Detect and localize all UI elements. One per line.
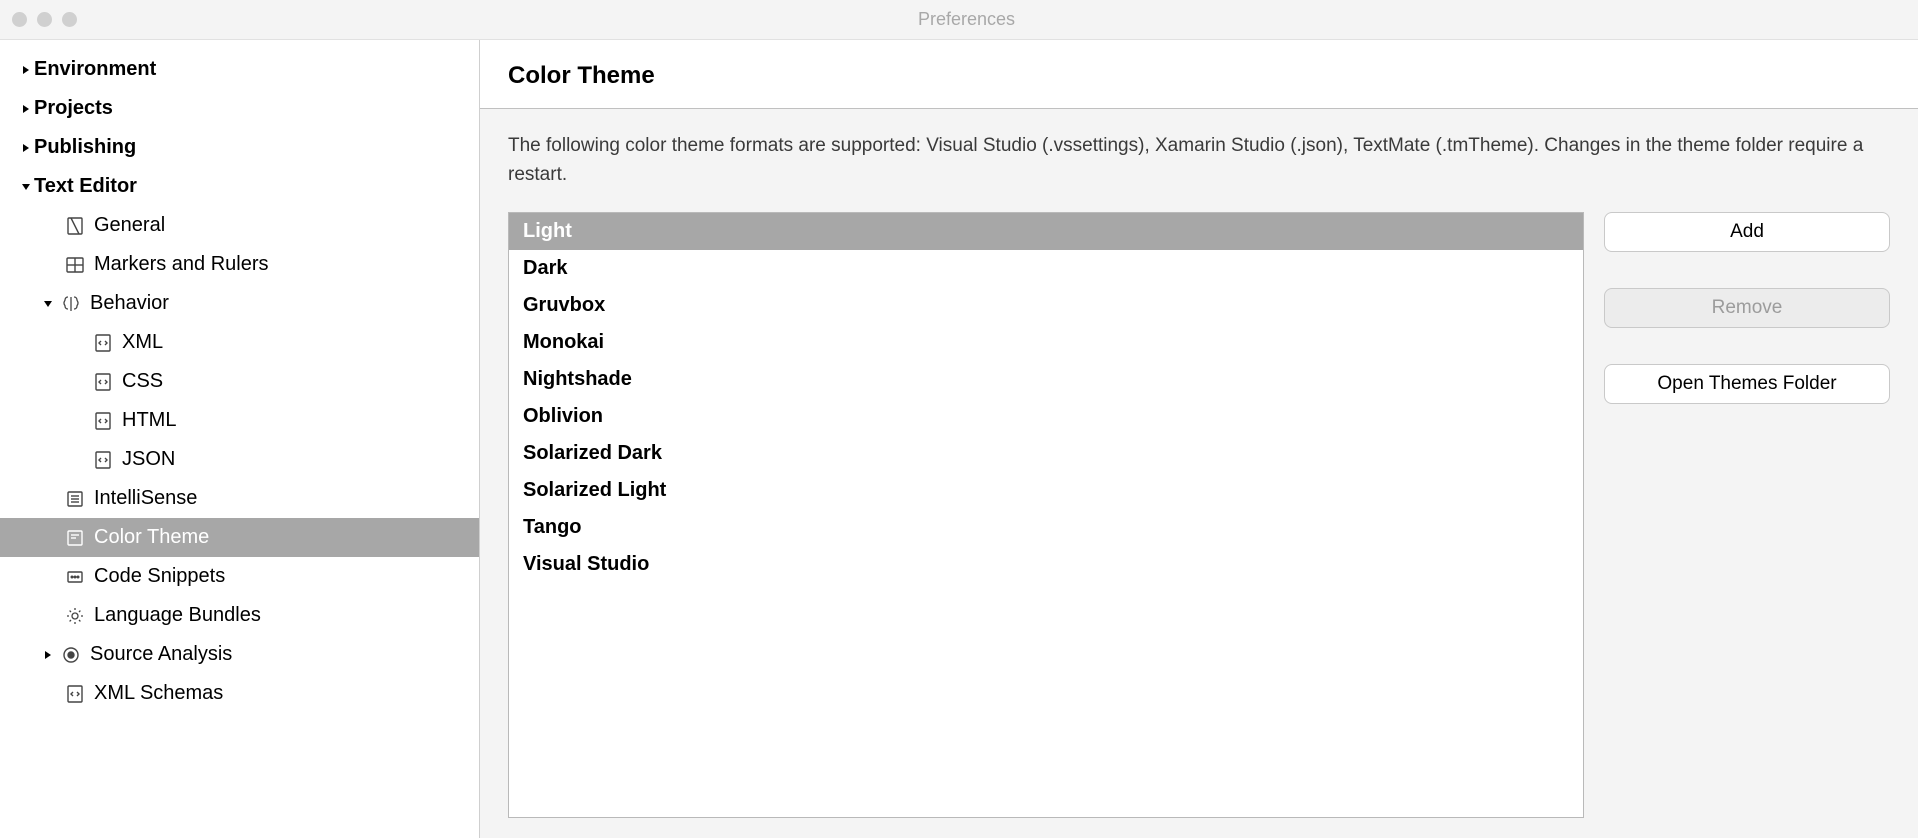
chevron-down-icon xyxy=(40,299,56,309)
sidebar-item-behavior[interactable]: Behavior xyxy=(0,284,479,323)
sidebar-item-label: General xyxy=(94,214,165,237)
theme-item-tango[interactable]: Tango xyxy=(509,509,1583,546)
theme-item-oblivion[interactable]: Oblivion xyxy=(509,398,1583,435)
sidebar-item-xml[interactable]: XML xyxy=(0,323,479,362)
sidebar-item-label: XML Schemas xyxy=(94,682,223,705)
list-icon xyxy=(64,488,86,510)
chevron-right-icon xyxy=(18,143,34,153)
theme-panel: Light Dark Gruvbox Monokai Nightshade Ob… xyxy=(480,212,1918,838)
open-themes-folder-button[interactable]: Open Themes Folder xyxy=(1604,364,1890,404)
main-area: Environment Projects Publishing Text Edi… xyxy=(0,40,1918,838)
theme-item-solarized-dark[interactable]: Solarized Dark xyxy=(509,435,1583,472)
sidebar-item-label: Text Editor xyxy=(34,175,137,198)
sidebar-item-code-snippets[interactable]: Code Snippets xyxy=(0,557,479,596)
sidebar-item-label: CSS xyxy=(122,370,163,393)
chevron-down-icon xyxy=(18,182,34,192)
code-file-icon xyxy=(92,371,114,393)
theme-item-light[interactable]: Light xyxy=(509,213,1583,250)
content-body: The following color theme formats are su… xyxy=(480,109,1918,838)
preferences-sidebar: Environment Projects Publishing Text Edi… xyxy=(0,40,480,838)
sidebar-item-label: XML xyxy=(122,331,163,354)
close-window-button[interactable] xyxy=(12,12,27,27)
sidebar-item-color-theme[interactable]: Color Theme xyxy=(0,518,479,557)
titlebar: Preferences xyxy=(0,0,1918,40)
code-file-icon xyxy=(92,332,114,354)
sidebar-item-label: Code Snippets xyxy=(94,565,225,588)
theme-item-monokai[interactable]: Monokai xyxy=(509,324,1583,361)
sidebar-item-projects[interactable]: Projects xyxy=(0,89,479,128)
sidebar-item-css[interactable]: CSS xyxy=(0,362,479,401)
sidebar-item-html[interactable]: HTML xyxy=(0,401,479,440)
sidebar-item-label: Projects xyxy=(34,97,113,120)
snippet-icon xyxy=(64,566,86,588)
code-file-icon xyxy=(92,449,114,471)
sidebar-item-xml-schemas[interactable]: XML Schemas xyxy=(0,674,479,713)
sidebar-item-markers-rulers[interactable]: Markers and Rulers xyxy=(0,245,479,284)
window-title: Preferences xyxy=(77,9,1906,30)
sidebar-item-label: Behavior xyxy=(90,292,169,315)
theme-list[interactable]: Light Dark Gruvbox Monokai Nightshade Ob… xyxy=(508,212,1584,818)
sidebar-item-general[interactable]: General xyxy=(0,206,479,245)
code-file-icon xyxy=(64,683,86,705)
chevron-right-icon xyxy=(18,65,34,75)
sidebar-item-label: Environment xyxy=(34,58,156,81)
add-button[interactable]: Add xyxy=(1604,212,1890,252)
theme-buttons: Add Remove Open Themes Folder xyxy=(1604,212,1890,818)
sidebar-item-label: Markers and Rulers xyxy=(94,253,269,276)
remove-button[interactable]: Remove xyxy=(1604,288,1890,328)
page-title: Color Theme xyxy=(508,62,1890,90)
sidebar-item-label: Source Analysis xyxy=(90,643,232,666)
target-icon xyxy=(60,644,82,666)
sidebar-item-intellisense[interactable]: IntelliSense xyxy=(0,479,479,518)
sidebar-item-label: HTML xyxy=(122,409,176,432)
sidebar-item-source-analysis[interactable]: Source Analysis xyxy=(0,635,479,674)
content-pane: Color Theme The following color theme fo… xyxy=(480,40,1918,838)
theme-item-nightshade[interactable]: Nightshade xyxy=(509,361,1583,398)
document-icon xyxy=(64,215,86,237)
minimize-window-button[interactable] xyxy=(37,12,52,27)
sidebar-item-label: JSON xyxy=(122,448,175,471)
gear-icon xyxy=(64,605,86,627)
sidebar-item-json[interactable]: JSON xyxy=(0,440,479,479)
sidebar-item-text-editor[interactable]: Text Editor xyxy=(0,167,479,206)
brain-icon xyxy=(60,293,82,315)
sidebar-item-language-bundles[interactable]: Language Bundles xyxy=(0,596,479,635)
chevron-right-icon xyxy=(18,104,34,114)
theme-item-solarized-light[interactable]: Solarized Light xyxy=(509,472,1583,509)
sidebar-item-label: IntelliSense xyxy=(94,487,197,510)
content-header: Color Theme xyxy=(480,40,1918,109)
sidebar-item-environment[interactable]: Environment xyxy=(0,50,479,89)
code-file-icon xyxy=(92,410,114,432)
theme-item-gruvbox[interactable]: Gruvbox xyxy=(509,287,1583,324)
theme-icon xyxy=(64,527,86,549)
zoom-window-button[interactable] xyxy=(62,12,77,27)
ruler-icon xyxy=(64,254,86,276)
traffic-lights xyxy=(12,12,77,27)
sidebar-item-publishing[interactable]: Publishing xyxy=(0,128,479,167)
sidebar-item-label: Color Theme xyxy=(94,526,209,549)
theme-item-dark[interactable]: Dark xyxy=(509,250,1583,287)
chevron-right-icon xyxy=(40,650,56,660)
sidebar-item-label: Publishing xyxy=(34,136,136,159)
sidebar-item-label: Language Bundles xyxy=(94,604,261,627)
panel-description: The following color theme formats are su… xyxy=(480,109,1918,212)
theme-item-visual-studio[interactable]: Visual Studio xyxy=(509,546,1583,583)
